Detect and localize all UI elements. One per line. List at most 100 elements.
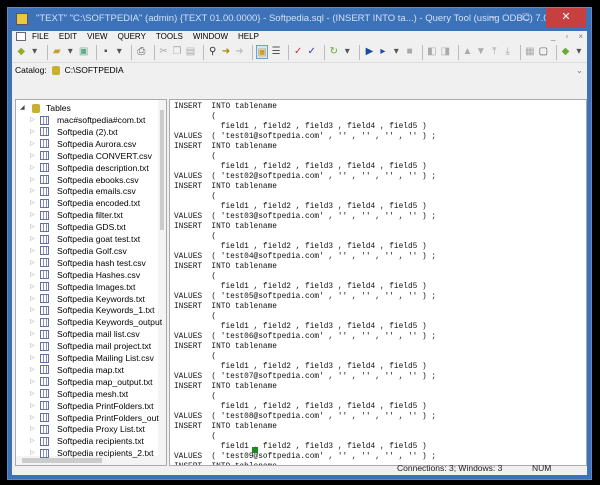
copy-icon[interactable]: ❐ xyxy=(172,45,182,59)
commit-icon[interactable]: ◧ xyxy=(427,45,437,59)
expand-icon[interactable]: ▷ xyxy=(30,293,40,305)
menu-view[interactable]: VIEW xyxy=(87,32,107,41)
tree-item[interactable]: ▷ Softpedia Images.txt xyxy=(30,281,135,293)
tree-vertical-scrollbar[interactable] xyxy=(158,100,166,457)
check-syntax-icon[interactable]: ✓ xyxy=(293,45,303,59)
expand-icon[interactable]: ▷ xyxy=(30,245,40,257)
tree-item[interactable]: ▷ Softpedia map.txt xyxy=(30,364,124,376)
open-db-icon[interactable]: ▣ xyxy=(78,45,88,59)
tree-item[interactable]: ▷ Softpedia GDS.txt xyxy=(30,221,126,233)
find-icon[interactable]: ⚲ xyxy=(207,45,217,59)
tools-icon[interactable]: ◆ xyxy=(560,45,570,59)
tree-item[interactable]: ▷ Softpedia description.txt xyxy=(30,162,149,174)
expand-icon[interactable]: ▷ xyxy=(30,281,40,293)
tree-item[interactable]: ▷ Softpedia ebooks.csv xyxy=(30,174,139,186)
expand-icon[interactable]: ▷ xyxy=(30,257,40,269)
dropdown-icon[interactable]: ▾ xyxy=(391,45,401,59)
tree-item[interactable]: ▷ Softpedia goat test.txt xyxy=(30,233,140,245)
expand-icon[interactable]: ▷ xyxy=(30,162,40,174)
minimize-button[interactable]: – xyxy=(483,8,503,28)
tree-item[interactable]: ▷ Softpedia PrintFolders.txt xyxy=(30,400,154,412)
tree-item[interactable]: ▷ Softpedia Keywords_1.txt xyxy=(30,304,154,316)
execute-icon[interactable]: ▶ xyxy=(364,45,374,59)
move-bottom-icon[interactable]: ⤓ xyxy=(503,45,513,59)
cut-icon[interactable]: ✂ xyxy=(158,45,168,59)
window-icon[interactable]: ▢ xyxy=(538,45,548,59)
expand-icon[interactable]: ◢ xyxy=(20,102,30,114)
dropdown-icon[interactable]: ▾ xyxy=(29,45,39,59)
tree-item[interactable]: ▷ Softpedia Golf.csv xyxy=(30,245,127,257)
stop-icon[interactable]: ■ xyxy=(404,45,414,59)
tree-root-tables[interactable]: ◢ Tables xyxy=(20,102,71,114)
expand-icon[interactable]: ▷ xyxy=(30,400,40,412)
tree-item[interactable]: ▷ mac#softpedia#com.txt xyxy=(30,114,145,126)
tree-item[interactable]: ▷ Softpedia Mailing List.csv xyxy=(30,352,154,364)
tree-item[interactable]: ▷ Softpedia recipients.txt xyxy=(30,435,144,447)
tree-item[interactable]: ▷ Softpedia Proxy List.txt xyxy=(30,423,145,435)
tree-item[interactable]: ▷ Softpedia mesh.txt xyxy=(30,388,128,400)
tree-item[interactable]: ▷ Softpedia mail project.txt xyxy=(30,340,151,352)
paste-icon[interactable]: ▤ xyxy=(185,45,195,59)
move-down-icon[interactable]: ▼ xyxy=(476,45,486,59)
expand-icon[interactable]: ▷ xyxy=(30,316,40,328)
tree-item[interactable]: ▷ Softpedia (2).txt xyxy=(30,126,118,138)
save-icon[interactable]: ▪ xyxy=(101,45,111,59)
expand-icon[interactable]: ▷ xyxy=(30,304,40,316)
maximize-button[interactable]: □ xyxy=(516,8,536,28)
tree-item[interactable]: ▷ Softpedia emails.csv xyxy=(30,185,136,197)
tree-item[interactable]: ▷ Softpedia PrintFolders_out xyxy=(30,412,159,424)
catalog-value[interactable]: C:\SOFTPEDIA xyxy=(65,65,124,75)
rollback-icon[interactable]: ◨ xyxy=(440,45,450,59)
expand-icon[interactable]: ▷ xyxy=(30,209,40,221)
tree-item[interactable]: ▷ Softpedia Keywords_output xyxy=(30,316,162,328)
tree-item[interactable]: ▷ Softpedia hash test.csv xyxy=(30,257,146,269)
dropdown-icon[interactable]: ▾ xyxy=(342,45,352,59)
move-up-icon[interactable]: ▲ xyxy=(462,45,473,59)
sql-editor[interactable]: INSERT INTO tablename ( field1 , field2 … xyxy=(169,99,587,466)
expand-icon[interactable]: ▷ xyxy=(30,388,40,400)
mdi-restore-button[interactable]: ▫ xyxy=(565,32,568,41)
expand-icon[interactable]: ▷ xyxy=(30,435,40,447)
expand-icon[interactable]: ▷ xyxy=(30,138,40,150)
menu-query[interactable]: QUERY xyxy=(118,32,146,41)
dropdown-icon[interactable]: ▾ xyxy=(574,45,584,59)
document-icon[interactable] xyxy=(16,32,26,41)
tree-item[interactable]: ▷ Softpedia CONVERT.csv xyxy=(30,150,152,162)
results-pane-icon[interactable]: ▣ xyxy=(256,45,268,59)
menu-help[interactable]: HELP xyxy=(238,32,259,41)
menu-edit[interactable]: EDIT xyxy=(59,32,77,41)
expand-icon[interactable]: ▷ xyxy=(30,352,40,364)
menu-file[interactable]: FILE xyxy=(32,32,49,41)
mdi-minimize-button[interactable]: _ xyxy=(551,32,555,41)
expand-icon[interactable]: ▷ xyxy=(30,447,40,459)
tree-item[interactable]: ▷ Softpedia Hashes.csv xyxy=(30,269,140,281)
menu-tools[interactable]: TOOLS xyxy=(156,32,183,41)
tree-item[interactable]: ▷ Softpedia Aurora.csv xyxy=(30,138,136,150)
expand-icon[interactable]: ▷ xyxy=(30,233,40,245)
expand-icon[interactable]: ▷ xyxy=(30,328,40,340)
expand-icon[interactable]: ▷ xyxy=(30,197,40,209)
tree-item[interactable]: ▷ Softpedia map_output.txt xyxy=(30,376,153,388)
expand-icon[interactable]: ▷ xyxy=(30,150,40,162)
expand-icon[interactable]: ▷ xyxy=(30,174,40,186)
expand-icon[interactable]: ▷ xyxy=(30,364,40,376)
new-connection-icon[interactable]: ◆ xyxy=(16,45,26,59)
move-top-icon[interactable]: ⤒ xyxy=(489,45,499,59)
tree-item[interactable]: ▷ Softpedia recipients_2.txt xyxy=(30,447,154,459)
tree-item[interactable]: ▷ Softpedia encoded.txt xyxy=(30,197,140,209)
expand-icon[interactable]: ▷ xyxy=(30,269,40,281)
expand-icon[interactable]: ▷ xyxy=(30,221,40,233)
check-all-icon[interactable]: ✓ xyxy=(306,45,316,59)
expand-icon[interactable]: ▷ xyxy=(30,114,40,126)
expand-icon[interactable]: ▷ xyxy=(30,185,40,197)
replace-icon[interactable]: ➜ xyxy=(234,45,244,59)
expand-icon[interactable]: ▷ xyxy=(30,376,40,388)
expand-icon[interactable]: ▷ xyxy=(30,412,40,424)
expand-icon[interactable]: ▷ xyxy=(30,340,40,352)
execute-to-file-icon[interactable]: ▸ xyxy=(378,45,388,59)
split-pane-icon[interactable]: ☰ xyxy=(271,45,281,59)
mdi-close-button[interactable]: × xyxy=(578,32,583,41)
chevron-down-icon[interactable]: ⌄ xyxy=(576,65,583,76)
dropdown-icon[interactable]: ▾ xyxy=(114,45,124,59)
expand-icon[interactable]: ▷ xyxy=(30,423,40,435)
